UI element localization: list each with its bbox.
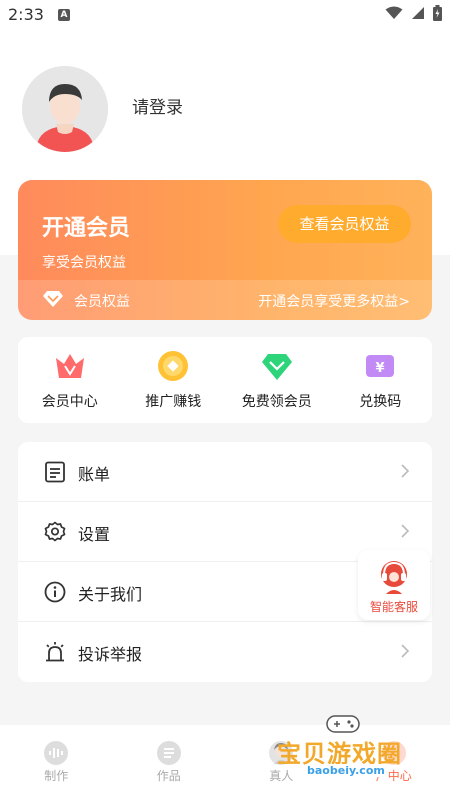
- view-benefits-button[interactable]: 查看会员权益: [278, 205, 411, 243]
- smart-service-label: 智能客服: [369, 600, 418, 614]
- chevron-right-icon: [401, 524, 410, 538]
- nav-works[interactable]: 作品: [113, 725, 226, 800]
- vip-card: 开通会员 享受会员权益 查看会员权益 会员权益 开通会员享受更多权益>: [18, 180, 432, 320]
- alarm-icon: [46, 642, 64, 662]
- quick-item-redeem-code[interactable]: ¥ 兑换码: [329, 337, 433, 423]
- info-icon: [44, 581, 66, 603]
- chevron-right-icon: [401, 464, 410, 478]
- quick-actions: 会员中心 推广赚钱 免费领会员 ¥ 兑换码: [18, 337, 432, 423]
- diamond-icon: [261, 354, 292, 380]
- avatar[interactable]: [22, 66, 108, 152]
- diamond-icon: [43, 291, 63, 307]
- signal-icon: [412, 7, 424, 19]
- gamepad-icon: [326, 715, 360, 733]
- quick-label: 推广赚钱: [145, 394, 202, 410]
- status-bar: 2:33 A: [0, 0, 450, 30]
- wifi-icon: [385, 6, 403, 19]
- notification-icon: A: [58, 9, 70, 21]
- menu-label: 账单: [78, 465, 111, 484]
- battery-icon: [433, 5, 442, 21]
- list-icon: [156, 741, 181, 765]
- quick-label: 免费领会员: [241, 394, 312, 410]
- chevron-right-icon: [401, 644, 410, 658]
- vip-subtitle: 享受会员权益: [42, 255, 126, 271]
- vip-title: 开通会员: [42, 216, 131, 241]
- sound-wave-icon: [44, 741, 69, 765]
- vip-benefits-strip[interactable]: 会员权益 开通会员享受更多权益>: [18, 280, 432, 320]
- quick-item-promote-earn[interactable]: 推广赚钱: [122, 337, 226, 423]
- nav-label: 制作: [44, 769, 69, 783]
- watermark: 宝贝游戏圈 baobeiy.com: [275, 712, 425, 782]
- ticket-icon: ¥: [366, 355, 395, 377]
- svg-text:¥: ¥: [376, 361, 385, 376]
- menu-label: 投诉举报: [78, 645, 143, 664]
- status-icons: [385, 5, 442, 21]
- quick-label: 会员中心: [41, 394, 98, 410]
- login-link[interactable]: 请登录: [132, 93, 183, 118]
- headset-icon: [381, 561, 407, 594]
- vip-benefits-label: 会员权益: [74, 294, 130, 310]
- vip-more-link[interactable]: 开通会员享受更多权益>: [258, 291, 410, 311]
- watermark-url: baobeiy.com: [305, 764, 387, 777]
- nav-make[interactable]: 制作: [0, 725, 113, 800]
- quick-item-member-center[interactable]: 会员中心: [18, 337, 122, 423]
- crown-icon: [55, 354, 84, 378]
- menu-label: 设置: [78, 525, 111, 544]
- avatar-image: [22, 66, 108, 152]
- menu-item-report[interactable]: 投诉举报: [18, 622, 432, 682]
- menu-label: 关于我们: [78, 585, 143, 604]
- quick-item-free-member[interactable]: 免费领会员: [225, 337, 329, 423]
- status-time: 2:33: [8, 5, 44, 24]
- menu-item-bill[interactable]: 账单: [18, 442, 432, 502]
- nav-label: 作品: [156, 769, 181, 783]
- gear-icon: [44, 521, 66, 542]
- bill-icon: [45, 461, 65, 483]
- smart-service-button[interactable]: 智能客服: [358, 550, 430, 620]
- coin-icon: [158, 351, 189, 381]
- quick-label: 兑换码: [359, 394, 402, 410]
